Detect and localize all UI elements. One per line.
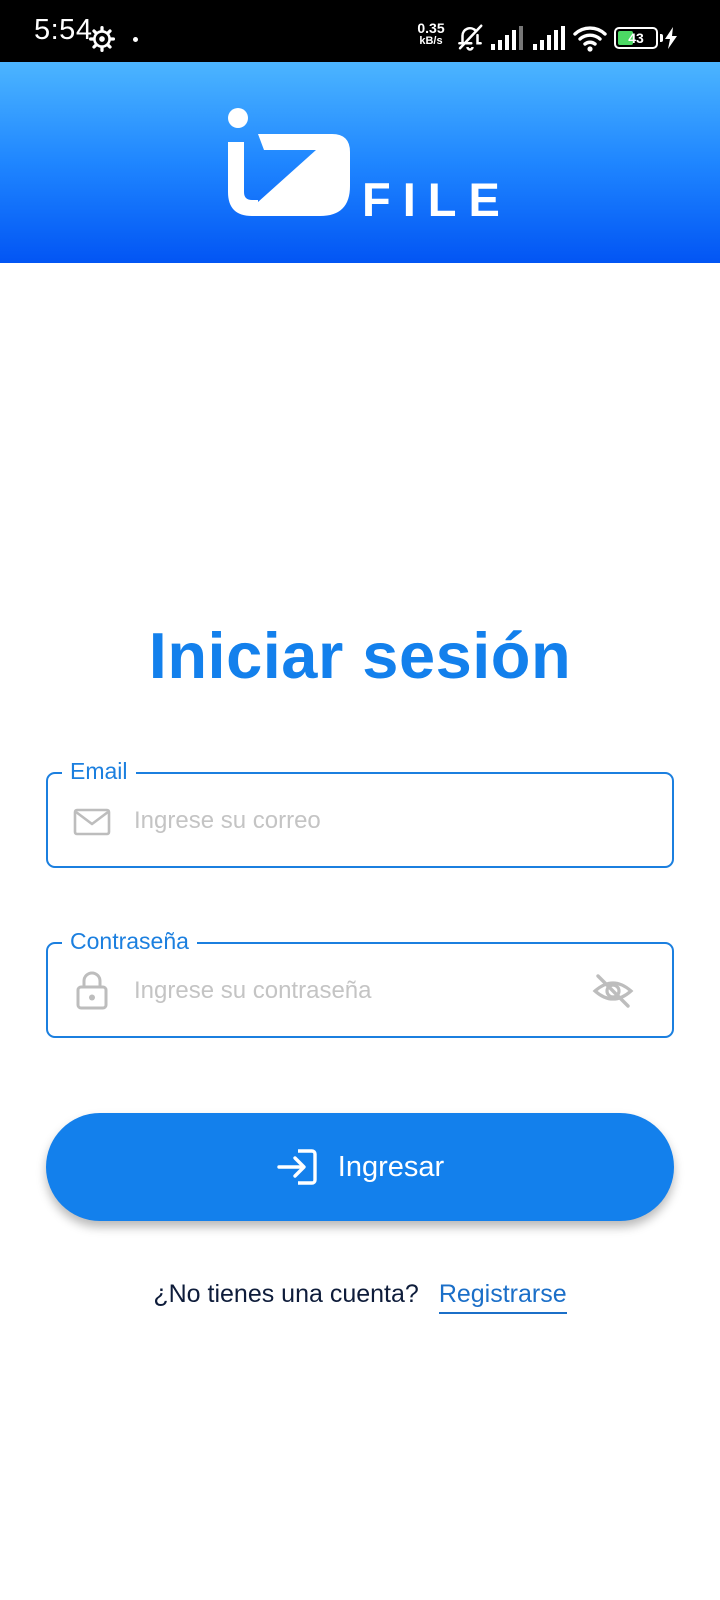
battery-cap — [660, 34, 663, 42]
login-button[interactable]: Ingresar — [46, 1113, 674, 1221]
email-field[interactable]: Email — [46, 756, 674, 868]
charging-bolt-icon — [665, 27, 677, 49]
status-bar: 5:54 0.35 kB/s 43 — [0, 0, 720, 62]
login-icon — [277, 1149, 317, 1185]
password-label: Contraseña — [62, 926, 197, 956]
signup-question: ¿No tienes una cuenta? — [153, 1280, 419, 1308]
network-speed-value: 0.35 — [417, 20, 445, 36]
app-header: FILE — [0, 62, 720, 263]
password-field[interactable]: Contraseña — [46, 926, 674, 1038]
notifications-off-icon — [458, 24, 483, 51]
email-input[interactable] — [134, 800, 574, 842]
page-title: Iniciar sesión — [148, 619, 572, 692]
signal-icon — [533, 26, 565, 50]
mail-icon — [73, 808, 111, 836]
signup-row: ¿No tienes una cuenta? Registrarse — [0, 1280, 720, 1314]
password-input[interactable] — [134, 970, 574, 1012]
email-label: Email — [62, 756, 136, 786]
register-link[interactable]: Registrarse — [438, 1280, 567, 1314]
signal-icon — [491, 26, 523, 50]
login-screen: 5:54 0.35 kB/s 43 FILE Iniciar sesión Em… — [0, 0, 720, 1600]
eye-off-icon[interactable] — [592, 972, 634, 1010]
status-time: 5:54 — [34, 14, 93, 46]
wifi-icon — [573, 26, 607, 52]
network-speed: 0.35 kB/s — [413, 20, 449, 48]
network-speed-unit: kB/s — [419, 35, 443, 47]
login-button-label: Ingresar — [337, 1150, 445, 1183]
lock-icon — [76, 971, 108, 1010]
notification-dot — [133, 37, 138, 42]
logo-text: FILE — [362, 173, 512, 226]
gear-icon — [89, 26, 115, 52]
battery-icon: 43 — [614, 27, 658, 49]
battery-level: 43 — [628, 30, 644, 46]
